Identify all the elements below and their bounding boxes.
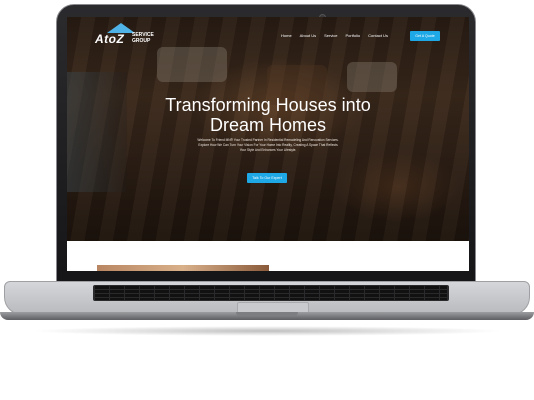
- laptop-deck: [4, 281, 530, 315]
- hero-headline-line2: Dream Homes: [209, 115, 327, 135]
- hero-headline-line1: Transforming Houses into: [165, 95, 371, 115]
- hero-section: AtoZ SERVICE GROUP Home About Us Service…: [67, 17, 469, 241]
- hero-headline: Transforming Houses into Dream Homes: [67, 95, 469, 135]
- laptop-base: [0, 281, 534, 333]
- get-quote-button[interactable]: Get A Quote: [410, 31, 440, 41]
- talk-to-expert-button[interactable]: Talk To Our Expert: [247, 173, 287, 183]
- website-screen: AtoZ SERVICE GROUP Home About Us Service…: [67, 17, 469, 271]
- nav-item-home[interactable]: Home: [281, 33, 292, 38]
- laptop-mockup: AtoZ SERVICE GROUP Home About Us Service…: [0, 0, 534, 400]
- nav-item-service[interactable]: Service: [324, 33, 337, 38]
- logo-subtitle: SERVICE GROUP: [132, 32, 154, 44]
- keyboard: [93, 285, 449, 301]
- nav-item-contact[interactable]: Contact Us: [368, 33, 388, 38]
- section-image: [97, 265, 269, 271]
- site-logo[interactable]: AtoZ SERVICE GROUP: [95, 21, 163, 51]
- lid-notch: [236, 312, 298, 316]
- nav-item-portfolio[interactable]: Portfolio: [345, 33, 360, 38]
- main-nav: Home About Us Service Portfolio Contact …: [281, 33, 388, 38]
- hero-description: Welcome To Friend MN® Your Trusted Partn…: [197, 138, 339, 152]
- nav-item-about[interactable]: About Us: [300, 33, 316, 38]
- logo-brand: AtoZ: [95, 32, 125, 46]
